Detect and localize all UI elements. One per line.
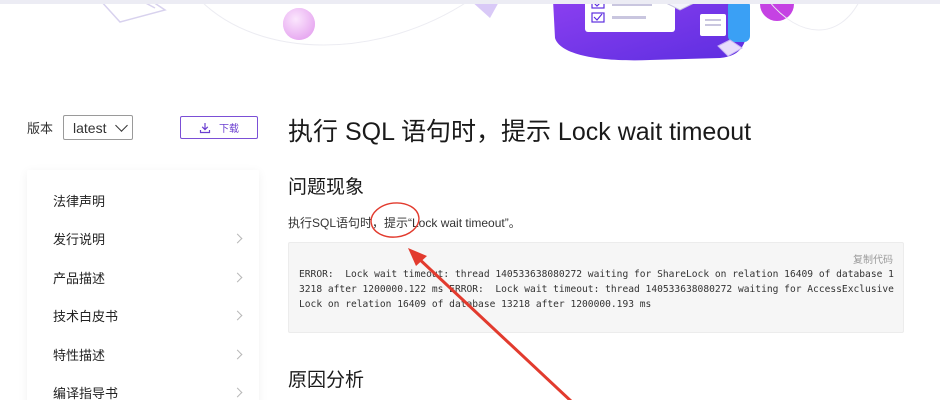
chevron-right-icon — [232, 233, 243, 243]
sidebar-item-label: 特性描述 — [53, 347, 106, 363]
symptom-paragraph: 执行SQL语句时，提示“Lock wait timeout”。 — [288, 216, 521, 230]
sidebar-item-label: 法律声明 — [53, 193, 106, 209]
sidebar-item-label: 发行说明 — [53, 231, 106, 247]
code-block: 复制代码 ERROR: Lock wait timeout: thread 14… — [288, 242, 904, 333]
version-selector-row: 版本 latest — [27, 115, 134, 140]
download-button[interactable]: 下载 — [180, 116, 258, 139]
banner-illustration — [98, 0, 861, 61]
sidebar-item-release-notes[interactable]: 发行说明 — [27, 219, 259, 257]
chevron-right-icon — [232, 387, 243, 397]
sidebar-item-features[interactable]: 特性描述 — [27, 335, 259, 373]
version-dropdown[interactable]: latest — [63, 115, 134, 140]
docs-sidebar: 法律声明 发行说明 产品描述 技术白皮书 特性描述 编译指导书 — [27, 170, 259, 400]
page-title: 执行 SQL 语句时，提示 Lock wait timeout — [288, 118, 752, 146]
chevron-right-icon — [232, 310, 243, 320]
chevron-right-icon — [232, 272, 243, 282]
code-text: ERROR: Lock wait timeout: thread 1405336… — [299, 269, 894, 310]
banner-edge — [0, 0, 940, 4]
download-icon — [199, 122, 211, 133]
top-banner — [0, 0, 940, 70]
sidebar-item-label: 编译指导书 — [53, 385, 119, 400]
sidebar-item-product-description[interactable]: 产品描述 — [27, 258, 259, 296]
sidebar-item-whitepaper[interactable]: 技术白皮书 — [27, 296, 259, 334]
chevron-right-icon — [232, 349, 243, 359]
sidebar-item-label: 产品描述 — [53, 270, 106, 286]
sidebar-item-label: 技术白皮书 — [53, 308, 119, 324]
download-label: 下载 — [219, 124, 239, 135]
sidebar-item-compile-guide[interactable]: 编译指导书 — [27, 373, 259, 400]
copy-code-button[interactable]: 复制代码 — [853, 251, 893, 266]
sidebar-item-legal[interactable]: 法律声明 — [27, 181, 259, 219]
version-selected-value: latest — [73, 119, 107, 136]
chevron-down-icon — [115, 119, 128, 132]
section-heading-cause: 原因分析 — [288, 370, 365, 391]
version-label: 版本 — [27, 121, 54, 136]
section-heading-symptom: 问题现象 — [288, 177, 365, 198]
